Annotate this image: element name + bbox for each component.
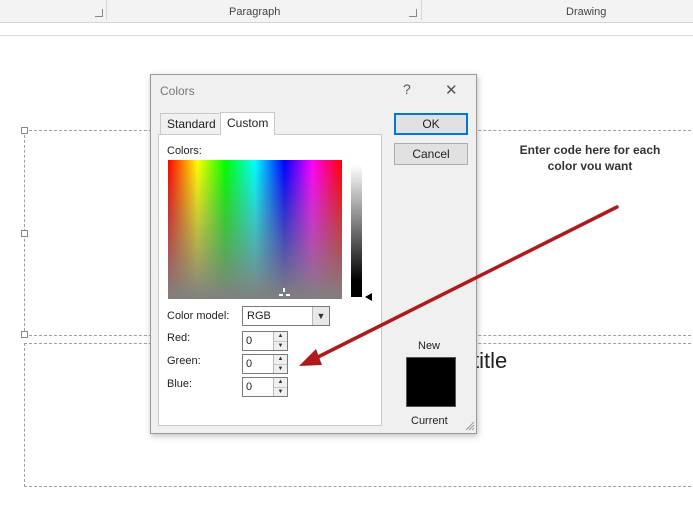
tab-custom[interactable]: Custom	[220, 112, 276, 135]
annotation-arrow	[299, 205, 619, 366]
